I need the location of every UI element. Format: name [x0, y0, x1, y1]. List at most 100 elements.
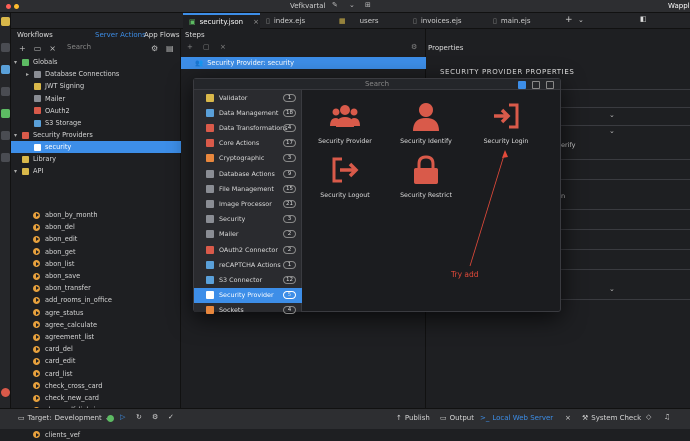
new-tab-icon[interactable]: + [565, 15, 573, 25]
output-button[interactable]: ▭ Output [440, 414, 474, 422]
tree-item[interactable]: Mailer [11, 93, 181, 105]
api-action-item[interactable]: card_del [11, 343, 181, 355]
publish-button[interactable]: ↑ Publish [396, 414, 430, 422]
tree-item[interactable]: Library [11, 153, 181, 165]
chevron-down-icon[interactable]: ⌄ [609, 127, 615, 135]
chevron-down-icon[interactable]: ⌄ [609, 111, 615, 119]
database-icon[interactable] [1, 65, 10, 74]
close-icon[interactable]: × [565, 414, 571, 422]
copy-icon[interactable]: ▢ [203, 43, 210, 51]
tab-invoices-ejs[interactable]: ▯ invoices.ejs [407, 13, 487, 29]
refresh-icon[interactable]: ↻ [136, 413, 142, 421]
category-item[interactable]: reCAPTCHA Actions 1 [194, 257, 302, 272]
chevron-down-icon[interactable]: ▾ [14, 168, 22, 175]
api-action-item[interactable]: check_cross_card [11, 380, 181, 392]
target-selector[interactable]: ▭ Target: Development ⌄ [18, 414, 111, 422]
action-item[interactable]: Security Restrict [390, 155, 462, 205]
api-action-item[interactable]: abon_list [11, 258, 181, 270]
category-item[interactable]: Cryptographic 3 [194, 151, 302, 166]
tab-server-actions[interactable]: Server Actions [95, 31, 146, 39]
check-icon[interactable]: ✓ [168, 413, 174, 421]
chevron-down-icon[interactable]: ⌄ [349, 1, 355, 9]
tab-main-ejs[interactable]: ▯ main.ejs [487, 13, 557, 29]
add-step-icon[interactable]: + [187, 43, 193, 51]
category-item[interactable]: Sockets 4 [194, 303, 302, 318]
category-item[interactable]: Security Provider 5 [194, 287, 302, 303]
local-web-server-button[interactable]: >_ Local Web Server [480, 414, 553, 422]
folder-icon[interactable]: ▭ [34, 44, 42, 53]
tree-item[interactable]: JWT Signing [11, 80, 181, 92]
delete-icon[interactable]: × [49, 44, 56, 53]
tree-item[interactable]: ▾ API [11, 165, 181, 177]
gear-icon[interactable]: ⚙ [151, 44, 158, 53]
delete-icon[interactable]: × [220, 43, 226, 51]
tree-item[interactable]: OAuth2 [11, 105, 181, 117]
tab-security-json[interactable]: ▣ security.json × [183, 13, 260, 29]
api-action-item[interactable]: abon_get [11, 246, 181, 258]
notification-icon[interactable] [1, 388, 10, 397]
workflows-icon[interactable] [1, 109, 10, 118]
tree-item[interactable]: ▾ Security Providers [11, 129, 181, 141]
bell-icon[interactable]: ♫ [664, 413, 670, 421]
action-item[interactable]: Security Identify [390, 101, 462, 151]
gear-icon[interactable]: ⚙ [411, 43, 417, 51]
search-input[interactable]: Search [194, 79, 560, 90]
category-item[interactable]: Data Transformations 4 [194, 120, 302, 135]
action-item[interactable]: Security Logout [309, 155, 381, 205]
api-action-item[interactable]: abon_del [11, 221, 181, 233]
close-window-icon[interactable] [6, 4, 11, 9]
api-action-item[interactable]: card_list [11, 368, 181, 380]
system-check-button[interactable]: ⚒ System Check [582, 414, 641, 422]
files-icon[interactable] [1, 87, 10, 96]
api-action-item[interactable]: abon_edit [11, 233, 181, 245]
chevron-right-icon[interactable]: ▸ [26, 71, 34, 78]
tab-app-flows[interactable]: App Flows [144, 31, 180, 39]
chevron-down-icon[interactable]: ▾ [14, 132, 22, 139]
list-view-icon[interactable] [546, 81, 554, 89]
large-icons-view-icon[interactable] [518, 81, 526, 89]
category-item[interactable]: File Management 15 [194, 181, 302, 196]
assets-icon[interactable] [1, 131, 10, 140]
layout-icon[interactable]: ◧ [640, 15, 647, 23]
api-action-item[interactable]: card_edit [11, 355, 181, 367]
category-item[interactable]: Mailer 2 [194, 227, 302, 242]
api-action-item[interactable]: abon_by_month [11, 209, 181, 221]
tree-item[interactable]: ▸ Database Connections [11, 68, 181, 80]
category-item[interactable]: Database Actions 9 [194, 166, 302, 181]
pencil-icon[interactable]: ✎ [332, 1, 338, 9]
api-action-item[interactable]: check_new_card [11, 392, 181, 404]
grid-icon[interactable]: ⊞ [365, 1, 371, 9]
close-icon[interactable]: × [253, 18, 259, 26]
api-action-item[interactable]: add_rooms_in_office [11, 294, 181, 306]
filter-icon[interactable]: ▤ [166, 44, 174, 53]
tree-item[interactable]: security [11, 141, 181, 154]
api-action-item[interactable]: clients_vef [11, 429, 181, 441]
search-input[interactable]: Search [67, 43, 147, 54]
action-item[interactable]: Security Provider [309, 101, 381, 151]
category-item[interactable]: OAuth2 Connector 2 [194, 242, 302, 257]
small-icons-view-icon[interactable] [532, 81, 540, 89]
category-item[interactable]: Image Processor 21 [194, 196, 302, 211]
tree-item[interactable]: ▾ Globals [11, 56, 181, 68]
tab-users[interactable]: ▦ users [333, 13, 407, 29]
git-icon[interactable] [1, 153, 10, 162]
tree-item[interactable]: S3 Storage [11, 117, 181, 129]
api-action-item[interactable]: abon_transfer [11, 282, 181, 294]
category-item[interactable]: Data Management 18 [194, 105, 302, 120]
chevron-down-icon[interactable]: ▾ [14, 59, 22, 66]
settings-icon[interactable]: ⚙ [152, 413, 158, 421]
tab-index-ejs[interactable]: ▯ index.ejs [260, 13, 333, 29]
category-item[interactable]: S3 Connector 12 [194, 272, 302, 287]
api-action-item[interactable]: agree_calculate [11, 319, 181, 331]
api-action-item[interactable]: abon_save [11, 270, 181, 282]
category-item[interactable]: Core Actions 17 [194, 136, 302, 151]
eraser-icon[interactable]: ◇ [646, 413, 651, 421]
run-icon[interactable]: ▷ [120, 413, 125, 421]
project-icon[interactable] [1, 43, 10, 52]
api-action-item[interactable]: agre_status [11, 307, 181, 319]
category-item[interactable]: Validator 1 [194, 90, 302, 105]
bolt-icon[interactable] [1, 17, 10, 26]
api-action-item[interactable]: agreement_list [11, 331, 181, 343]
category-item[interactable]: Security 3 [194, 212, 302, 227]
step-security-provider[interactable]: 👥 Security Provider: security [181, 57, 426, 69]
